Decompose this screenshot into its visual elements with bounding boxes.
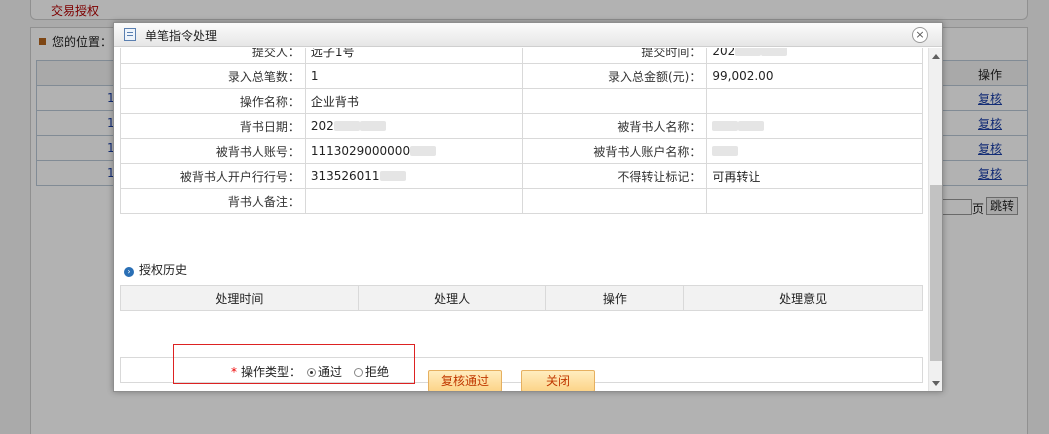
column-header: 处理人	[357, 285, 547, 311]
count-label: 录入总笔数：	[120, 63, 306, 89]
submit-time-label: 提交时间：	[521, 48, 708, 64]
instruction-info-table: 提交人： 远子1号 提交时间： 202 录入总笔数： 1 录入总金额(元)： 9…	[120, 48, 923, 214]
redacted-mark	[379, 171, 406, 181]
submitter-value: 远子1号	[304, 48, 523, 64]
amount-label: 录入总金额(元)：	[521, 63, 708, 89]
operation-name-label: 操作名称：	[120, 88, 306, 114]
submitter-label: 提交人：	[120, 48, 306, 64]
redacted-mark	[333, 121, 360, 131]
dialog-scrollbar[interactable]	[928, 48, 942, 391]
count-value: 1	[304, 63, 523, 89]
empty-value	[706, 88, 923, 114]
empty-cell	[706, 188, 923, 214]
scroll-thumb[interactable]	[930, 185, 942, 361]
redacted-mark	[410, 146, 437, 156]
highlight-box	[173, 344, 415, 384]
endorsee-name-cell	[706, 113, 923, 139]
table-row: 操作名称： 企业背书	[120, 88, 923, 114]
remark-label: 背书人备注：	[120, 188, 306, 214]
scroll-down-icon[interactable]	[932, 381, 940, 386]
history-table: 处理时间 处理人 操作 处理意见	[120, 285, 923, 311]
approve-review-button[interactable]: 复核通过	[428, 370, 502, 391]
redacted-mark	[712, 121, 739, 131]
document-icon	[124, 28, 136, 41]
operation-name-value: 企业背书	[304, 88, 523, 114]
redacted-mark	[712, 146, 739, 156]
dialog-titlebar[interactable]: 单笔指令处理 ×	[114, 23, 942, 47]
endorse-date-label: 背书日期：	[120, 113, 306, 139]
history-header-row: 处理时间 处理人 操作 处理意见	[120, 285, 923, 311]
close-button[interactable]: 关闭	[521, 370, 595, 391]
endorsee-name-label: 被背书人名称：	[521, 113, 708, 139]
transfer-flag-value: 可再转让	[706, 163, 923, 189]
table-row: 被背书人账号： 1113029000000 被背书人账户名称：	[120, 138, 923, 164]
endorsee-account-cell: 1113029000000	[304, 138, 523, 164]
table-row: 背书人备注：	[120, 188, 923, 214]
close-icon[interactable]: ×	[912, 27, 928, 43]
redacted-mark	[359, 121, 386, 131]
redacted-mark	[761, 48, 788, 56]
bank-number-value: 313526011	[310, 169, 380, 183]
endorsee-account-name-cell	[706, 138, 923, 164]
column-header: 处理时间	[120, 285, 359, 311]
table-row: 背书日期： 202 被背书人名称：	[120, 113, 923, 139]
submit-time-value: 202	[712, 48, 736, 58]
transfer-flag-label: 不得转让标记：	[521, 163, 708, 189]
table-row: 被背书人开户行行号： 313526011 不得转让标记： 可再转让	[120, 163, 923, 189]
submit-time-cell: 202	[706, 48, 923, 64]
endorsee-account-label: 被背书人账号：	[120, 138, 306, 164]
empty-label	[521, 88, 708, 114]
endorse-date-cell: 202	[304, 113, 523, 139]
endorse-date-value: 202	[310, 119, 334, 133]
table-row: 提交人： 远子1号 提交时间： 202	[120, 48, 923, 64]
table-row: 录入总笔数： 1 录入总金额(元)： 99,002.00	[120, 63, 923, 89]
dialog-title: 单笔指令处理	[145, 29, 218, 43]
redacted-mark	[735, 48, 762, 56]
endorsee-account-value: 1113029000000	[310, 144, 411, 158]
bank-number-cell: 313526011	[304, 163, 523, 189]
amount-value: 99,002.00	[706, 63, 923, 89]
empty-cell	[521, 188, 708, 214]
endorsee-account-name-label: 被背书人账户名称：	[521, 138, 708, 164]
column-header: 处理意见	[683, 285, 923, 311]
scroll-up-icon[interactable]	[932, 54, 940, 59]
history-section-title: › 授权历史	[124, 261, 187, 278]
bank-number-label: 被背书人开户行行号：	[120, 163, 306, 189]
instruction-dialog: 单笔指令处理 × 提交人： 远子1号 提交时间： 202 录入总笔数： 1 录入…	[113, 22, 943, 392]
column-header: 操作	[545, 285, 685, 311]
arrow-right-icon: ›	[124, 267, 134, 277]
dialog-body: 提交人： 远子1号 提交时间： 202 录入总笔数： 1 录入总金额(元)： 9…	[114, 48, 928, 391]
redacted-mark	[738, 121, 765, 131]
remark-value	[304, 188, 523, 214]
